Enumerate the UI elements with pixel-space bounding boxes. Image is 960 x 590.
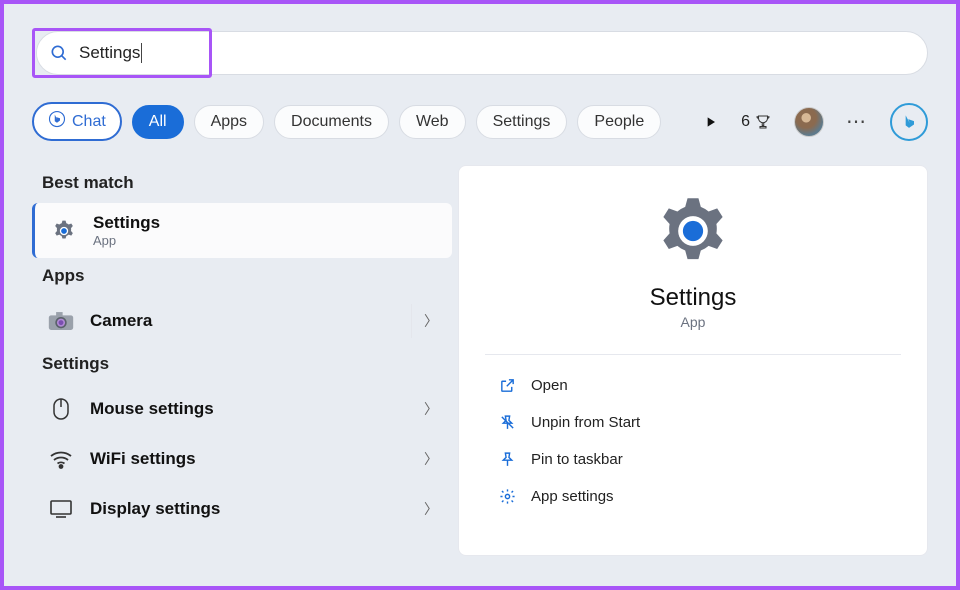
result-subtitle: App: [93, 233, 160, 248]
filter-web[interactable]: Web: [399, 105, 466, 139]
gear-icon: [49, 216, 79, 246]
filter-settings[interactable]: Settings: [476, 105, 568, 139]
search-text: Settings: [79, 43, 140, 63]
bing-icon: [48, 110, 66, 133]
action-app-settings[interactable]: App settings: [493, 478, 901, 515]
result-title: Mouse settings: [90, 399, 214, 419]
action-label: App settings: [531, 488, 614, 505]
divider: [485, 354, 901, 355]
detail-subtitle: App: [485, 314, 901, 330]
more-options[interactable]: ⋯: [846, 109, 868, 134]
display-icon: [46, 494, 76, 524]
result-camera[interactable]: Camera 〉: [32, 296, 452, 346]
search-input[interactable]: Settings: [37, 33, 207, 73]
trophy-icon: [754, 113, 772, 131]
chevron-right-icon[interactable]: 〉: [424, 399, 438, 419]
filter-documents[interactable]: Documents: [274, 105, 389, 139]
section-settings: Settings: [32, 346, 452, 384]
filter-apps[interactable]: Apps: [194, 105, 264, 139]
overflow-right-icon[interactable]: [703, 114, 719, 130]
search-icon: [49, 43, 69, 63]
mouse-icon: [46, 394, 76, 424]
result-settings-app[interactable]: Settings App: [32, 203, 452, 258]
points-value: 6: [741, 113, 750, 131]
rewards-points[interactable]: 6: [741, 113, 772, 131]
action-pin-taskbar[interactable]: Pin to taskbar: [493, 441, 901, 478]
chevron-right-icon[interactable]: 〉: [424, 311, 438, 331]
action-label: Pin to taskbar: [531, 451, 623, 468]
filter-row: Chat All Apps Documents Web Settings Peo…: [32, 102, 928, 141]
detail-pane: Settings App Open Unpin from Start: [458, 165, 928, 556]
bing-chat-button[interactable]: [890, 103, 928, 141]
gear-icon: [497, 488, 517, 505]
result-wifi-settings[interactable]: WiFi settings 〉: [32, 434, 452, 484]
filter-all[interactable]: All: [132, 105, 184, 139]
unpin-icon: [497, 414, 517, 431]
open-icon: [497, 377, 517, 394]
camera-icon: [46, 306, 76, 336]
pin-icon: [497, 451, 517, 468]
detail-title: Settings: [485, 284, 901, 312]
action-label: Unpin from Start: [531, 414, 640, 431]
results-column: Best match Settings App Apps: [32, 165, 452, 556]
result-title: WiFi settings: [90, 449, 196, 469]
text-caret: [141, 43, 142, 63]
user-avatar[interactable]: [794, 107, 824, 137]
chat-label: Chat: [72, 113, 106, 131]
action-open[interactable]: Open: [493, 367, 901, 404]
section-apps: Apps: [32, 258, 452, 296]
search-highlight-box: Settings: [32, 28, 212, 78]
divider: [411, 304, 412, 338]
result-mouse-settings[interactable]: Mouse settings 〉: [32, 384, 452, 434]
filter-people[interactable]: People: [577, 105, 661, 139]
result-title: Camera: [90, 311, 152, 331]
chevron-right-icon[interactable]: 〉: [424, 449, 438, 469]
chevron-right-icon[interactable]: 〉: [424, 499, 438, 519]
bing-logo-icon: [899, 112, 919, 132]
result-title: Display settings: [90, 499, 220, 519]
action-label: Open: [531, 377, 568, 394]
wifi-icon: [46, 444, 76, 474]
action-unpin[interactable]: Unpin from Start: [493, 404, 901, 441]
result-display-settings[interactable]: Display settings 〉: [32, 484, 452, 534]
gear-icon: [485, 192, 901, 270]
result-title: Settings: [93, 213, 160, 233]
section-best-match: Best match: [32, 165, 452, 203]
chat-button[interactable]: Chat: [32, 102, 122, 141]
